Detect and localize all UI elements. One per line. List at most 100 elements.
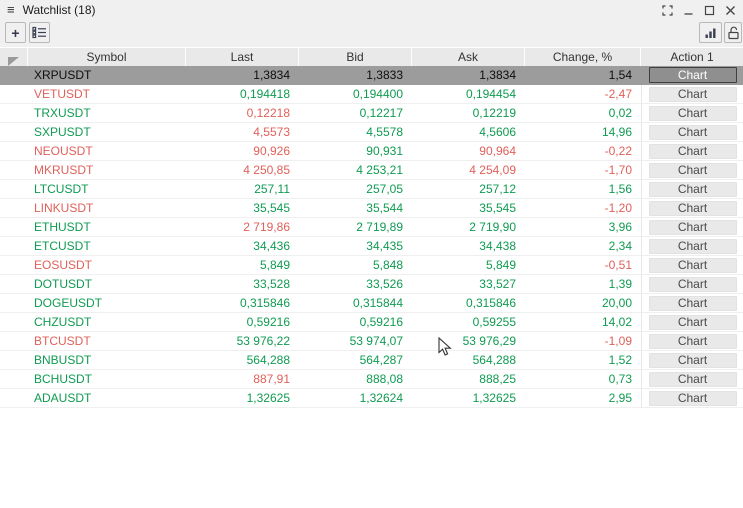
chart-button[interactable]: Chart <box>649 163 737 178</box>
table-row[interactable]: DOTUSDT 33,528 33,526 33,527 1,39 Chart <box>0 275 743 294</box>
action-cell: Chart <box>641 85 743 103</box>
title-bar: ≡ Watchlist (18) <box>0 0 743 20</box>
action-cell: Chart <box>641 161 743 179</box>
column-header-ask[interactable]: Ask <box>412 48 525 66</box>
last-cell: 1,3834 <box>186 66 299 84</box>
column-header-action[interactable]: Action 1 <box>641 48 743 66</box>
grip-cell <box>0 104 28 122</box>
table-row[interactable]: NEOUSDT 90,926 90,931 90,964 -0,22 Chart <box>0 142 743 161</box>
ask-cell: 1,32625 <box>412 389 525 407</box>
close-icon[interactable] <box>724 4 736 16</box>
ask-cell: 2 719,90 <box>412 218 525 236</box>
change-cell: 20,00 <box>525 294 641 312</box>
last-cell: 53 976,22 <box>186 332 299 350</box>
column-header-symbol[interactable]: Symbol <box>28 48 186 66</box>
grip-cell <box>0 142 28 160</box>
last-cell: 564,288 <box>186 351 299 369</box>
table-row[interactable]: ETCUSDT 34,436 34,435 34,438 2,34 Chart <box>0 237 743 256</box>
chart-button[interactable]: Chart <box>649 315 737 330</box>
table-row[interactable]: TRXUSDT 0,12218 0,12217 0,12219 0,02 Cha… <box>0 104 743 123</box>
column-header-change[interactable]: Change, % <box>525 48 641 66</box>
grip-cell <box>0 161 28 179</box>
chart-button[interactable]: Chart <box>649 201 737 216</box>
toolbar: + <box>0 20 743 47</box>
bid-cell: 257,05 <box>299 180 412 198</box>
chart-button[interactable]: Chart <box>649 87 737 102</box>
last-cell: 0,59216 <box>186 313 299 331</box>
symbol-cell: MKRUSDT <box>28 161 186 179</box>
column-header-bid[interactable]: Bid <box>299 48 412 66</box>
grip-cell <box>0 66 28 84</box>
table-row[interactable]: VETUSDT 0,194418 0,194400 0,194454 -2,47… <box>0 85 743 104</box>
chart-button[interactable]: Chart <box>649 277 737 292</box>
table-row[interactable]: CHZUSDT 0,59216 0,59216 0,59255 14,02 Ch… <box>0 313 743 332</box>
grip-cell <box>0 370 28 388</box>
last-cell: 5,849 <box>186 256 299 274</box>
chart-button[interactable]: Chart <box>649 67 737 83</box>
action-cell: Chart <box>641 332 743 350</box>
table-row[interactable]: LTCUSDT 257,11 257,05 257,12 1,56 Chart <box>0 180 743 199</box>
ask-cell: 257,12 <box>412 180 525 198</box>
chart-button[interactable]: Chart <box>649 353 737 368</box>
ask-cell: 0,59255 <box>412 313 525 331</box>
table-row[interactable]: DOGEUSDT 0,315846 0,315844 0,315846 20,0… <box>0 294 743 313</box>
grip-cell <box>0 85 28 103</box>
action-cell: Chart <box>641 142 743 160</box>
chart-button[interactable]: Chart <box>649 220 737 235</box>
table-row[interactable]: ADAUSDT 1,32625 1,32624 1,32625 2,95 Cha… <box>0 389 743 408</box>
chart-columns-button[interactable] <box>699 22 722 43</box>
chart-button[interactable]: Chart <box>649 258 737 273</box>
symbol-cell: TRXUSDT <box>28 104 186 122</box>
maximize-icon[interactable] <box>703 4 715 16</box>
chart-button[interactable]: Chart <box>649 106 737 121</box>
last-cell: 2 719,86 <box>186 218 299 236</box>
list-settings-button[interactable] <box>29 22 50 43</box>
chart-button[interactable]: Chart <box>649 144 737 159</box>
chart-button[interactable]: Chart <box>649 239 737 254</box>
chart-button[interactable]: Chart <box>649 391 737 406</box>
minimize-icon[interactable] <box>682 4 694 16</box>
change-cell: 2,34 <box>525 237 641 255</box>
chart-button[interactable]: Chart <box>649 182 737 197</box>
window-title: Watchlist (18) <box>23 3 96 17</box>
grip-cell <box>0 313 28 331</box>
lock-open-icon <box>727 26 740 40</box>
bid-cell: 0,59216 <box>299 313 412 331</box>
table-row[interactable]: EOSUSDT 5,849 5,848 5,849 -0,51 Chart <box>0 256 743 275</box>
ask-cell: 564,288 <box>412 351 525 369</box>
change-cell: -1,09 <box>525 332 641 350</box>
fullscreen-icon[interactable] <box>661 4 673 16</box>
action-cell: Chart <box>641 199 743 217</box>
table-row[interactable]: ETHUSDT 2 719,86 2 719,89 2 719,90 3,96 … <box>0 218 743 237</box>
chart-button[interactable]: Chart <box>649 372 737 387</box>
grip-column-header[interactable] <box>0 48 28 66</box>
column-header-last[interactable]: Last <box>186 48 299 66</box>
chart-button[interactable]: Chart <box>649 125 737 140</box>
ask-cell: 888,25 <box>412 370 525 388</box>
ask-cell: 5,849 <box>412 256 525 274</box>
add-symbol-button[interactable]: + <box>5 22 26 43</box>
table-row[interactable]: BNBUSDT 564,288 564,287 564,288 1,52 Cha… <box>0 351 743 370</box>
symbol-cell: DOGEUSDT <box>28 294 186 312</box>
last-cell: 34,436 <box>186 237 299 255</box>
bid-cell: 4 253,21 <box>299 161 412 179</box>
grip-cell <box>0 218 28 236</box>
table-row[interactable]: LINKUSDT 35,545 35,544 35,545 -1,20 Char… <box>0 199 743 218</box>
menu-icon[interactable]: ≡ <box>7 0 15 20</box>
lock-open-button[interactable] <box>724 22 742 43</box>
table-row[interactable]: BTCUSDT 53 976,22 53 974,07 53 976,29 -1… <box>0 332 743 351</box>
bid-cell: 0,194400 <box>299 85 412 103</box>
table-row[interactable]: MKRUSDT 4 250,85 4 253,21 4 254,09 -1,70… <box>0 161 743 180</box>
last-cell: 0,315846 <box>186 294 299 312</box>
table-row[interactable]: BCHUSDT 887,91 888,08 888,25 0,73 Chart <box>0 370 743 389</box>
grip-cell <box>0 237 28 255</box>
table-row[interactable]: XRPUSDT 1,3834 1,3833 1,3834 1,54 Chart <box>0 66 743 85</box>
chart-button[interactable]: Chart <box>649 296 737 311</box>
chart-button[interactable]: Chart <box>649 334 737 349</box>
bid-cell: 35,544 <box>299 199 412 217</box>
table-row[interactable]: SXPUSDT 4,5573 4,5578 4,5606 14,96 Chart <box>0 123 743 142</box>
ask-cell: 33,527 <box>412 275 525 293</box>
action-cell: Chart <box>641 294 743 312</box>
change-cell: 2,95 <box>525 389 641 407</box>
action-cell: Chart <box>641 104 743 122</box>
